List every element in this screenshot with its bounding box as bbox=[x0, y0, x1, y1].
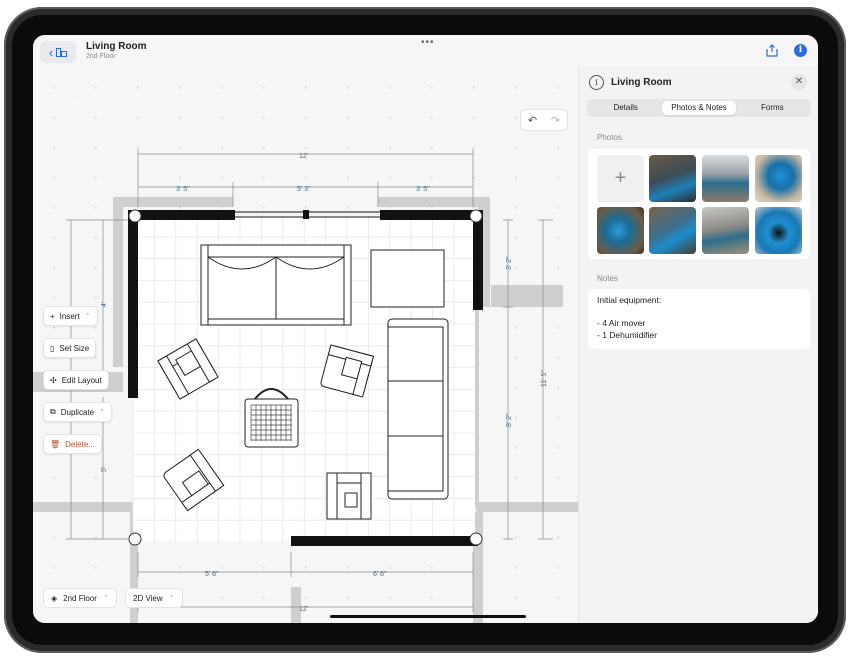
notes-line: - 4 Air mover bbox=[597, 318, 646, 328]
photo-thumbnail[interactable] bbox=[702, 155, 749, 202]
app-screen: ‹ Living Room 2nd Floor ••• i 12' 3' 5" … bbox=[33, 35, 818, 623]
floorplan-canvas[interactable]: 12' 3' 5" 5' 3" 3' 5" 3' 2" 11' 5" 8' 2"… bbox=[33, 67, 578, 623]
dim-bottom-total: 12' bbox=[299, 606, 308, 613]
notes-line: Initial equipment: bbox=[597, 295, 662, 305]
notes-line: - 1 Dehumidifier bbox=[597, 329, 657, 340]
chevron-updown-icon: ⌃ bbox=[84, 313, 91, 320]
back-button[interactable]: ‹ bbox=[40, 41, 76, 63]
side-table[interactable] bbox=[370, 249, 445, 308]
dim-right-upper: 3' 2" bbox=[506, 256, 513, 270]
share-icon[interactable] bbox=[766, 44, 778, 57]
insert-label: Insert bbox=[59, 311, 80, 321]
room-details-panel: i Living Room ✕ Details Photos & Notes F… bbox=[578, 67, 818, 623]
more-handle[interactable]: ••• bbox=[421, 37, 435, 48]
dim-bottom-right: 6' 6" bbox=[373, 571, 387, 578]
floor-selector-label: 2nd Floor bbox=[63, 593, 97, 603]
duplicate-label: Duplicate bbox=[60, 407, 95, 417]
info-outline-icon: i bbox=[589, 75, 604, 90]
armchair-bottom-right[interactable] bbox=[326, 472, 372, 520]
phone-outline-icon: ▯ bbox=[50, 343, 55, 353]
floorplan-svg: 12' 3' 5" 5' 3" 3' 5" 3' 2" 11' 5" 8' 2"… bbox=[33, 87, 578, 623]
photo-thumbnail[interactable] bbox=[755, 155, 802, 202]
home-indicator bbox=[330, 615, 526, 618]
chevron-updown-icon: ⌃ bbox=[99, 409, 105, 416]
photo-thumbnail[interactable] bbox=[597, 207, 644, 254]
history-controls: ↶ ↷ bbox=[520, 109, 568, 131]
panel-tabs: Details Photos & Notes Forms bbox=[587, 99, 811, 117]
long-sofa[interactable] bbox=[387, 318, 449, 500]
background-grid bbox=[73, 97, 74, 98]
chevron-left-icon: ‹ bbox=[48, 44, 54, 60]
add-photo-button[interactable]: + bbox=[597, 155, 644, 202]
delete-label: Delete... bbox=[65, 439, 95, 449]
edit-layout-button[interactable]: ✣ Edit Layout bbox=[43, 370, 109, 390]
notes-line bbox=[597, 307, 801, 319]
delete-button[interactable]: 🗑 Delete... bbox=[43, 434, 102, 454]
set-size-button[interactable]: ▯ Set Size bbox=[43, 338, 97, 358]
notes-field[interactable]: Initial equipment: - 4 Air mover - 1 Deh… bbox=[588, 289, 810, 349]
tab-photos-notes[interactable]: Photos & Notes bbox=[662, 101, 736, 115]
dim-top-left: 3' 5" bbox=[176, 186, 190, 193]
photos-section-label: Photos bbox=[597, 133, 622, 142]
photo-thumbnail[interactable] bbox=[755, 207, 802, 254]
tab-forms[interactable]: Forms bbox=[736, 101, 809, 115]
duplicate-button[interactable]: ⧉ Duplicate ⌃ bbox=[43, 402, 112, 422]
dim-left-lower: 5' bbox=[101, 467, 108, 472]
move-arrows-icon: ✣ bbox=[50, 375, 57, 385]
view-selector[interactable]: 2D View ⌃ bbox=[125, 588, 183, 608]
dim-bottom-left: 5' 6" bbox=[205, 571, 219, 578]
sofa[interactable] bbox=[200, 244, 352, 326]
photo-thumbnail[interactable] bbox=[702, 207, 749, 254]
undo-icon[interactable]: ↶ bbox=[528, 114, 537, 127]
photo-thumbnail[interactable] bbox=[649, 207, 696, 254]
set-size-label: Set Size bbox=[59, 343, 90, 353]
dim-top-mid: 5' 3" bbox=[297, 186, 311, 193]
dim-right-total: 11' 5" bbox=[541, 370, 548, 387]
room-title: Living Room bbox=[86, 41, 147, 52]
panel-title: Living Room bbox=[611, 77, 672, 88]
photos-grid: + bbox=[588, 149, 810, 259]
view-selector-label: 2D View bbox=[133, 593, 163, 603]
dim-top-total: 12' bbox=[299, 153, 308, 160]
edit-layout-label: Edit Layout bbox=[61, 375, 102, 385]
info-icon[interactable]: i bbox=[794, 44, 807, 57]
duplicate-icon: ⧉ bbox=[50, 407, 56, 416]
insert-button[interactable]: + Insert ⌃ bbox=[43, 306, 98, 326]
top-bar: ‹ Living Room 2nd Floor ••• i bbox=[33, 35, 818, 67]
chevron-updown-icon: ⌃ bbox=[102, 595, 109, 602]
layers-icon: ◈ bbox=[51, 593, 58, 603]
floor-selector[interactable]: ◈ 2nd Floor ⌃ bbox=[43, 588, 117, 608]
close-icon[interactable]: ✕ bbox=[791, 74, 807, 90]
dim-top-right: 3' 5" bbox=[416, 186, 430, 193]
photo-thumbnail[interactable] bbox=[649, 155, 696, 202]
dim-left-upper: 4' bbox=[101, 302, 108, 307]
redo-icon[interactable]: ↷ bbox=[551, 114, 560, 127]
tab-details[interactable]: Details bbox=[589, 101, 662, 115]
floorplan-icon bbox=[56, 47, 68, 57]
floor-subtitle: 2nd Floor bbox=[86, 53, 116, 60]
dim-right-lower: 8' 2" bbox=[506, 413, 513, 427]
chevron-updown-icon: ⌃ bbox=[168, 595, 175, 602]
notes-section-label: Notes bbox=[597, 274, 618, 283]
trash-icon: 🗑 bbox=[50, 439, 61, 449]
plus-icon: + bbox=[50, 311, 55, 321]
